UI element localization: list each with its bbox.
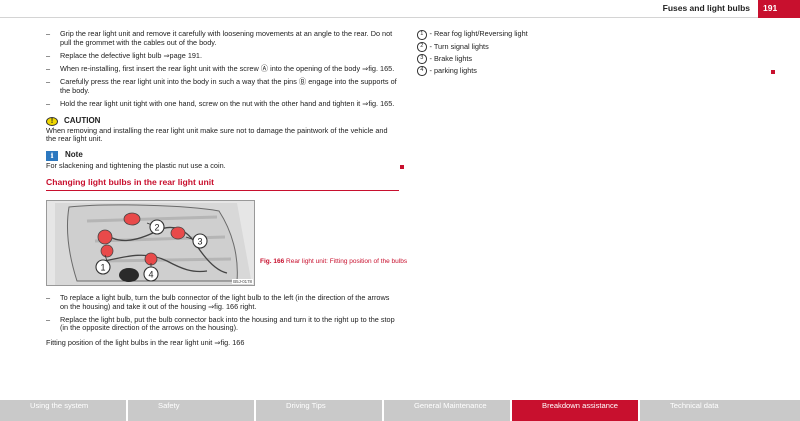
header-title: Fuses and light bulbs — [662, 3, 750, 13]
legend-item: 2 - Turn signal lights — [417, 42, 777, 52]
legend-item: 3 - Brake lights — [417, 54, 777, 64]
dash-marker: – — [46, 50, 51, 60]
step-text: Grip the rear light unit and remove it c… — [60, 29, 393, 47]
list-item: – Hold the rear light unit tight with on… — [46, 98, 399, 109]
step-text: When re-installing, first insert the rea… — [60, 63, 395, 73]
legend-item: 1 - Rear fog light/Reversing light — [417, 30, 777, 40]
figure-label: Fig. 166 — [260, 257, 285, 265]
list-item: – When re-installing, first insert the r… — [46, 63, 399, 74]
steps-top-list: – Grip the rear light unit and remove it… — [46, 29, 399, 109]
figure: 2 3 1 4 B5J-0178 Fig. 166 Rear light uni… — [46, 199, 407, 286]
caution-text: When removing and installing the rear li… — [46, 125, 388, 144]
footer-nav: Using the system Safety Driving Tips Gen… — [0, 400, 800, 421]
step-text: Replace the defective light bulb ⇒page 1… — [60, 50, 203, 60]
legend-item: 4 - parking lights — [417, 66, 777, 76]
legend-number: 1 — [417, 30, 427, 40]
step-text: Hold the rear light unit tight with one … — [60, 98, 395, 108]
step-text: Carefully press the rear light unit into… — [60, 77, 397, 95]
note-text: For slackening and tightening the plasti… — [46, 160, 404, 171]
note-body: For slackening and tightening the plasti… — [46, 160, 226, 170]
section-end-marker — [400, 164, 404, 169]
list-item: – Replace the defective light bulb ⇒page… — [46, 50, 399, 61]
dash-marker: – — [46, 314, 51, 324]
legend-label: - Rear fog light/Reversing light — [429, 29, 528, 39]
figure-caption: Fig. 166 Rear light unit: Fitting positi… — [260, 258, 410, 265]
rear-light-figure: 2 3 1 4 B5J-0178 — [46, 199, 255, 286]
callout-4: 4 — [148, 269, 153, 279]
list-item: – To replace a light bulb, turn the bulb… — [46, 292, 399, 311]
dash-marker: – — [46, 29, 51, 38]
list-item: – Grip the rear light unit and remove it… — [46, 29, 399, 47]
tab-breakdown-assistance[interactable]: Breakdown assistance — [512, 400, 638, 421]
list-item: – Carefully press the rear light unit in… — [46, 77, 399, 95]
caution-icon: ! — [46, 116, 58, 126]
page-header: Fuses and light bulbs 191 — [0, 0, 800, 18]
rear-light-illustration: 2 3 1 4 — [47, 200, 254, 285]
right-column: 1 - Rear fog light/Reversing light 2 - T… — [417, 30, 777, 78]
step-text: Replace the light bulb, put the bulb con… — [60, 314, 395, 333]
dash-marker: – — [46, 98, 51, 108]
callout-1: 1 — [100, 262, 105, 272]
caution-heading: ! CAUTION — [46, 115, 399, 126]
legend-label: - Turn signal lights — [429, 41, 489, 51]
list-item: – Replace the light bulb, put the bulb c… — [46, 314, 399, 333]
legend-number: 2 — [417, 42, 427, 52]
section-end-marker — [771, 70, 775, 74]
caution-title: CAUTION — [64, 115, 101, 125]
closing-text: Fitting position of the light bulbs in t… — [46, 337, 245, 347]
callout-3: 3 — [197, 236, 202, 246]
tab-general-maintenance[interactable]: General Maintenance — [384, 400, 510, 421]
figure-caption-text: Rear light unit: Fitting position of the… — [286, 257, 408, 265]
info-icon: i — [46, 150, 58, 161]
legend-number: 4 — [417, 66, 427, 76]
section-title: Changing light bulbs in the rear light u… — [46, 178, 399, 191]
page-number: 191 — [758, 0, 800, 18]
left-column: – Grip the rear light unit and remove it… — [46, 29, 407, 347]
tab-using-the-system[interactable]: Using the system — [0, 400, 126, 421]
dash-marker: – — [46, 77, 51, 87]
note-title: Note — [65, 150, 83, 160]
callout-2: 2 — [154, 222, 159, 232]
dash-marker: – — [46, 63, 51, 73]
note-heading: i Note — [46, 150, 399, 161]
legend-label: - Brake lights — [429, 53, 473, 63]
tab-driving-tips[interactable]: Driving Tips — [256, 400, 382, 421]
steps-bottom-list: – To replace a light bulb, turn the bulb… — [46, 292, 399, 333]
step-text: To replace a light bulb, turn the bulb c… — [60, 292, 390, 311]
legend-label: - parking lights — [429, 65, 477, 75]
dash-marker: – — [46, 292, 51, 302]
tab-technical-data[interactable]: Technical data — [640, 400, 800, 421]
legend-number: 3 — [417, 54, 427, 64]
tab-safety[interactable]: Safety — [128, 400, 254, 421]
figure-code: B5J-0178 — [232, 278, 253, 284]
